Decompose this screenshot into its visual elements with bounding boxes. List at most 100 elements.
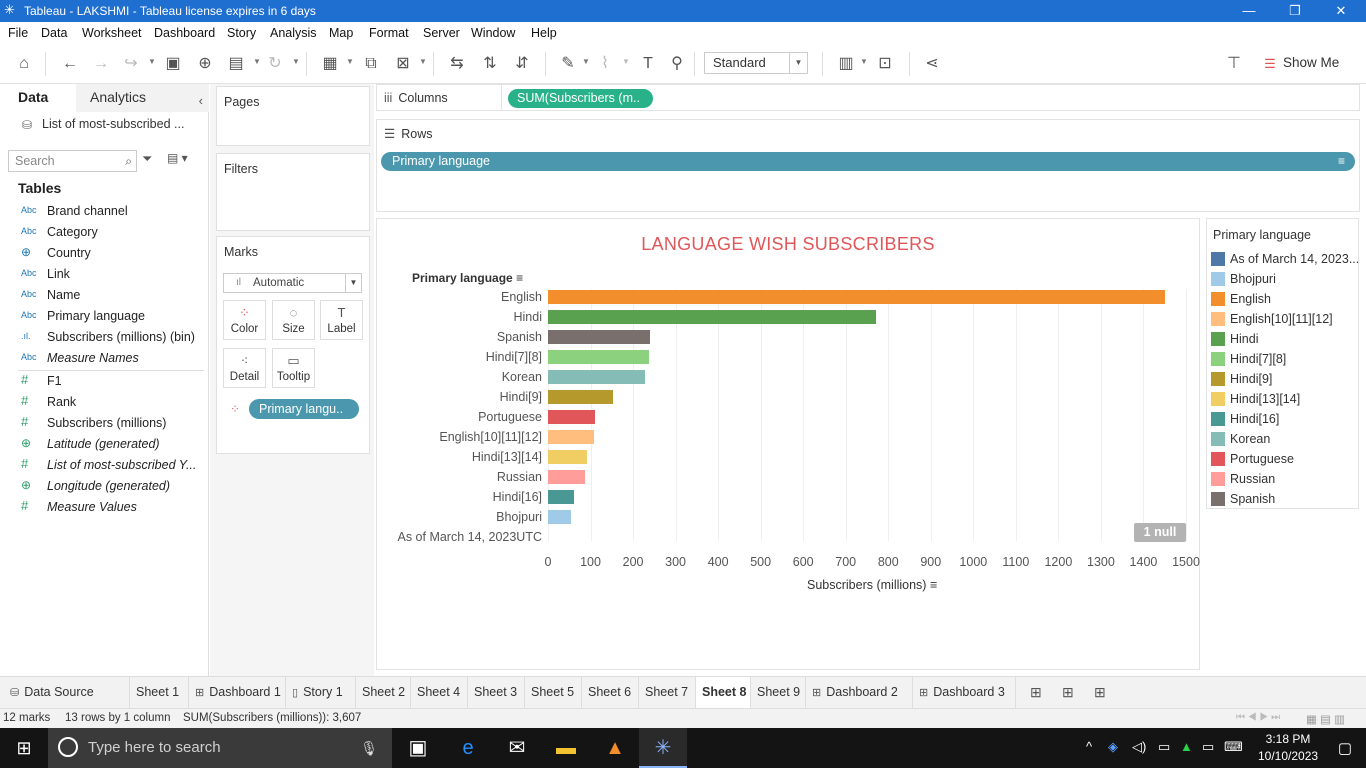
- file-explorer-icon[interactable]: ▬: [542, 728, 590, 768]
- menu-file[interactable]: File: [8, 26, 28, 40]
- field-measure-values[interactable]: # Measure Values: [0, 497, 209, 518]
- sheet-nav-icon[interactable]: ⏮ ◀ ▶ ⏭: [1236, 712, 1280, 723]
- bar[interactable]: [548, 330, 651, 344]
- legend-item[interactable]: English[10][11][12]: [1210, 311, 1358, 329]
- field-list-count[interactable]: # List of most-subscribed Y...: [0, 455, 209, 476]
- tab-analytics[interactable]: Analytics ‹: [76, 84, 209, 112]
- category-label[interactable]: Hindi[9]: [500, 390, 542, 404]
- swap-rows-columns-icon[interactable]: ⇆: [445, 52, 469, 76]
- menu-format[interactable]: Format: [369, 26, 409, 40]
- menu-story[interactable]: Story: [227, 26, 256, 40]
- row-header[interactable]: Primary language ≡: [412, 271, 523, 285]
- tab-sheet-3[interactable]: Sheet 3: [468, 677, 525, 709]
- legend-item[interactable]: Spanish: [1210, 491, 1358, 509]
- legend-item[interactable]: Russian: [1210, 471, 1358, 489]
- chevron-down-icon[interactable]: ▼: [860, 57, 868, 66]
- bar[interactable]: [548, 310, 877, 324]
- redo-icon[interactable]: →: [89, 52, 113, 76]
- category-label[interactable]: Spanish: [497, 330, 542, 344]
- legend-item[interactable]: Hindi[7][8]: [1210, 351, 1358, 369]
- fit-dropdown[interactable]: Standard ▼: [704, 52, 808, 74]
- keyboard-icon[interactable]: ⌨: [1224, 739, 1243, 755]
- category-label[interactable]: English: [501, 290, 542, 304]
- field-subscribers-bin[interactable]: .ıl. Subscribers (millions) (bin): [0, 327, 209, 348]
- field-primary-language[interactable]: Abc Primary language: [0, 306, 209, 327]
- pages-card[interactable]: Pages: [216, 86, 370, 146]
- app-tray-icon[interactable]: ▲: [1180, 739, 1193, 754]
- legend-item[interactable]: As of March 14, 2023...: [1210, 251, 1358, 269]
- chevron-down-icon[interactable]: ▼: [148, 57, 156, 66]
- field-country[interactable]: ⊕ Country: [0, 243, 209, 264]
- group-members-icon[interactable]: ⌇: [593, 52, 617, 76]
- save-icon[interactable]: ▣: [161, 52, 185, 76]
- bar[interactable]: [548, 490, 575, 504]
- tab-dashboard-2[interactable]: ⊞ Dashboard 2: [806, 677, 913, 709]
- menu-server[interactable]: Server: [423, 26, 460, 40]
- share-icon[interactable]: ⋖: [920, 52, 944, 76]
- sort-ascending-icon[interactable]: ⇅: [478, 52, 502, 76]
- show-me-icon[interactable]: ☰: [1258, 52, 1282, 76]
- highlight-icon[interactable]: ✎: [556, 52, 580, 76]
- x-axis-label[interactable]: Subscribers (millions) ≡: [807, 578, 937, 592]
- close-button[interactable]: ✕: [1318, 0, 1364, 22]
- datasource-name[interactable]: List of most-subscribed ...: [42, 117, 184, 131]
- battery-icon[interactable]: ▭: [1202, 739, 1214, 755]
- chevron-up-icon[interactable]: ^: [1086, 739, 1092, 754]
- windows-start-icon[interactable]: ⊞: [0, 728, 48, 768]
- paintbrush-icon[interactable]: ⊤: [1222, 52, 1246, 76]
- bar[interactable]: [548, 370, 645, 384]
- field-brand-channel[interactable]: Abc Brand channel: [0, 201, 209, 222]
- field-measure-names[interactable]: Abc Measure Names: [0, 348, 209, 369]
- detail-button[interactable]: ⁖ Detail: [223, 348, 266, 388]
- chevron-down-icon[interactable]: ▼: [346, 57, 354, 66]
- chevron-down-icon[interactable]: ▼: [253, 57, 261, 66]
- vlc-icon[interactable]: ▲: [591, 728, 639, 768]
- tab-sheet-1[interactable]: Sheet 1: [130, 677, 189, 709]
- tab-data[interactable]: Data: [0, 84, 76, 112]
- size-button[interactable]: ◌ Size: [272, 300, 315, 340]
- sort-descending-icon[interactable]: ⇵: [510, 52, 534, 76]
- menu-dashboard[interactable]: Dashboard: [154, 26, 215, 40]
- rows-shelf[interactable]: ☰ Rows Primary language ≡: [376, 119, 1360, 212]
- legend-item[interactable]: Portuguese: [1210, 451, 1358, 469]
- bar[interactable]: [548, 290, 1165, 304]
- chevron-down-icon[interactable]: ▼: [582, 57, 590, 66]
- columns-pill-sum-subscribers[interactable]: SUM(Subscribers (m..: [508, 89, 653, 108]
- tab-sheet-5[interactable]: Sheet 5: [525, 677, 582, 709]
- menu-worksheet[interactable]: Worksheet: [82, 26, 142, 40]
- chevron-left-icon[interactable]: ‹: [199, 88, 203, 114]
- menu-window[interactable]: Window: [471, 26, 515, 40]
- bar[interactable]: [548, 510, 572, 524]
- bar[interactable]: [548, 430, 594, 444]
- new-story-icon[interactable]: ⊞: [1094, 684, 1106, 701]
- field-subscribers[interactable]: # Subscribers (millions): [0, 413, 209, 434]
- show-me-button[interactable]: Show Me: [1283, 55, 1339, 70]
- filter-icon[interactable]: ⏷: [142, 151, 152, 167]
- mail-icon[interactable]: ✉: [493, 728, 541, 768]
- chevron-down-icon[interactable]: ▼: [292, 57, 300, 66]
- legend-item[interactable]: Hindi: [1210, 331, 1358, 349]
- category-label[interactable]: Portuguese: [478, 410, 542, 424]
- shield-icon[interactable]: ◈: [1108, 739, 1118, 755]
- bar[interactable]: [548, 410, 595, 424]
- sort-icon[interactable]: ≡: [930, 578, 937, 592]
- menu-data[interactable]: Data: [41, 26, 67, 40]
- tab-sheet-6[interactable]: Sheet 6: [582, 677, 639, 709]
- pause-updates-icon[interactable]: ▤: [224, 52, 248, 76]
- category-label[interactable]: Hindi: [514, 310, 543, 324]
- chevron-down-icon[interactable]: ▼: [419, 57, 427, 66]
- new-worksheet-icon[interactable]: ▦: [318, 52, 342, 76]
- tab-data-source[interactable]: ⛁ Data Source: [4, 677, 130, 709]
- home-icon[interactable]: ⌂: [12, 52, 36, 76]
- tableau-taskbar-icon[interactable]: ✳: [639, 728, 687, 768]
- mark-type-dropdown[interactable]: ıl Automatic ▼: [223, 273, 362, 293]
- category-label[interactable]: Korean: [502, 370, 542, 384]
- menu-map[interactable]: Map: [329, 26, 353, 40]
- edge-icon[interactable]: e: [444, 728, 492, 768]
- tab-sheet-9[interactable]: Sheet 9: [751, 677, 806, 709]
- sort-icon[interactable]: ≡: [516, 271, 523, 285]
- legend-item[interactable]: Hindi[16]: [1210, 411, 1358, 429]
- category-label[interactable]: Hindi[7][8]: [486, 350, 542, 364]
- view-options-icon[interactable]: ▤ ▾: [167, 151, 188, 165]
- clock[interactable]: 3:18 PM 10/10/2023: [1258, 731, 1318, 765]
